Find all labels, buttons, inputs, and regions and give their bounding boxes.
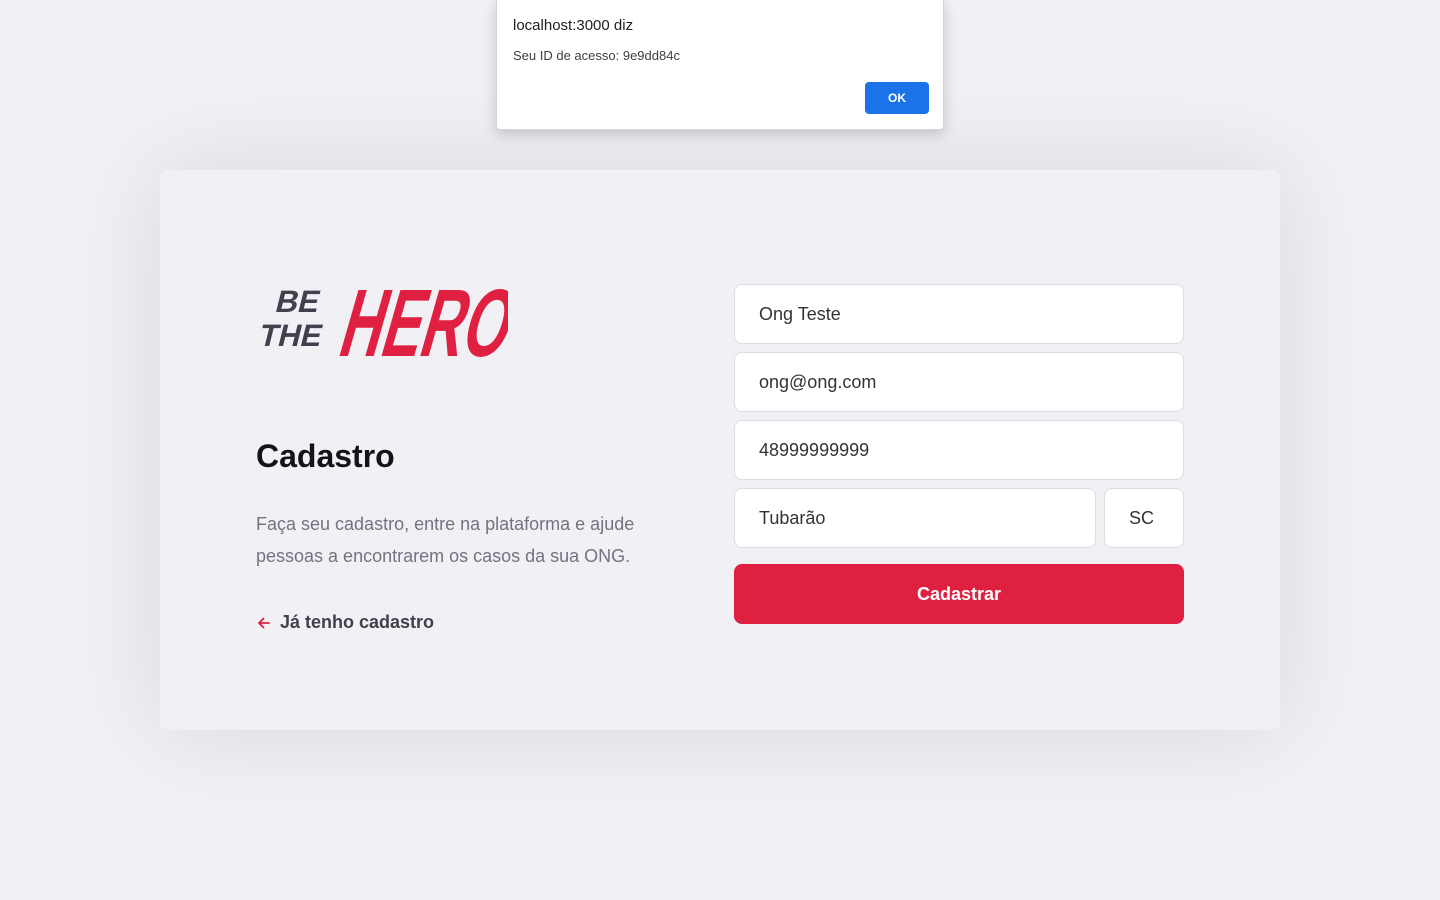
ong-name-input[interactable] bbox=[734, 284, 1184, 344]
logo-be: BE bbox=[272, 284, 324, 318]
uf-input[interactable] bbox=[1104, 488, 1184, 548]
email-input[interactable] bbox=[734, 352, 1184, 412]
alert-title: localhost:3000 diz bbox=[513, 17, 634, 34]
alert-dialog: localhost:3000 diz Seu ID de acesso: 9e9… bbox=[496, 0, 944, 130]
logo-small-text: BE THE bbox=[256, 284, 326, 352]
page-title: Cadastro bbox=[256, 438, 395, 474]
whatsapp-input[interactable] bbox=[734, 420, 1184, 480]
register-button[interactable]: Cadastrar bbox=[734, 564, 1184, 624]
city-input[interactable] bbox=[734, 488, 1096, 548]
arrow-left-icon bbox=[258, 617, 270, 628]
logo-hero: HERO bbox=[330, 269, 508, 374]
page-description: Faça seu cadastro, entre na plataforma e… bbox=[256, 514, 635, 566]
alert-message: Seu ID de acesso: 9e9dd84c bbox=[513, 48, 680, 63]
register-card: BE THE HERO Cadastro Faça seu cadastro, … bbox=[160, 170, 1280, 730]
be-the-hero-logo: BE THE HERO bbox=[256, 269, 508, 374]
back-link[interactable]: Já tenho cadastro bbox=[256, 612, 434, 633]
logo-the: THE bbox=[256, 318, 326, 352]
alert-ok-button[interactable]: OK bbox=[865, 82, 929, 114]
back-link-label: Já tenho cadastro bbox=[280, 612, 435, 632]
